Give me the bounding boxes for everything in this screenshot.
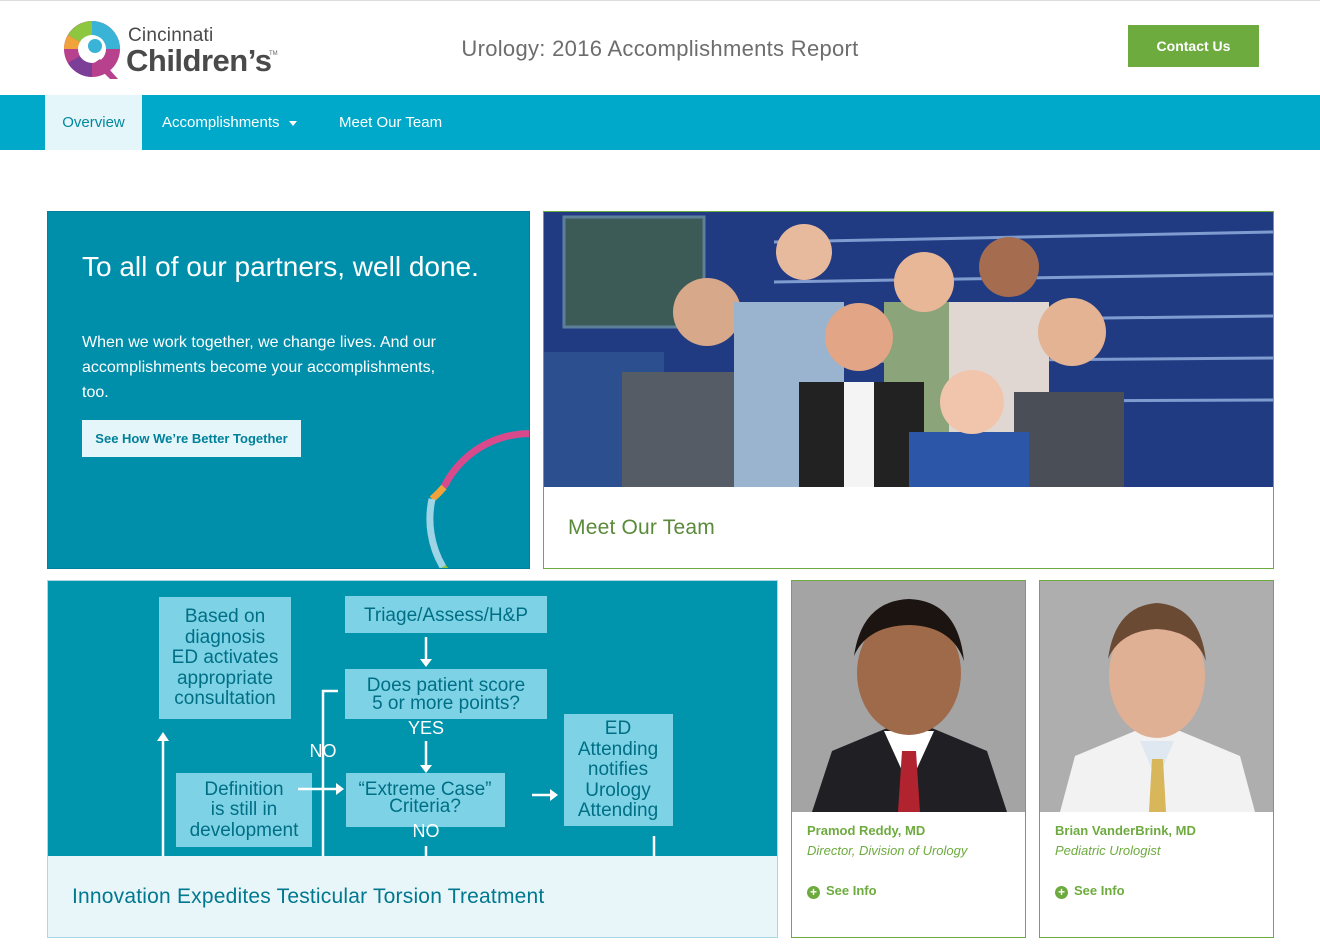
innovation-story-card[interactable]: Based on diagnosis ED activates appropri… [47,580,778,938]
person-name: Pramod Reddy, MD [807,823,926,838]
caret-down-icon [288,120,297,126]
flow-text-line: Attending [578,739,658,760]
main-nav: Overview Accomplishments Meet Our Team [0,95,1320,150]
site-header: Cincinnati Children’s TM Urology: 2016 A… [0,0,1320,95]
innovation-card-title: Innovation Expedites Testicular Torsion … [72,885,545,908]
see-info-label: See Info [826,883,877,898]
person-role: Pediatric Urologist [1055,843,1161,858]
team-card-title: Meet Our Team [568,516,715,539]
plus-circle-icon: + [1055,886,1068,899]
flow-no-label-bottom: NO [413,821,440,841]
nav-item-accomplishments[interactable]: Accomplishments [162,95,297,150]
person-name: Brian VanderBrink, MD [1055,823,1196,838]
nav-item-label: Overview [62,114,125,131]
flow-text-line: Definition [204,779,283,800]
see-info-link[interactable]: + See Info [1055,883,1125,899]
see-how-better-together-button[interactable]: See How We’re Better Together [82,420,301,457]
plus-circle-icon: + [807,886,820,899]
see-info-label: See Info [1074,883,1125,898]
contact-us-button[interactable]: Contact Us [1128,25,1259,67]
person-card-reddy[interactable]: Pramod Reddy, MD Director, Division of U… [791,580,1026,938]
decorative-ring-graphic [426,430,529,568]
meet-our-team-card[interactable]: Meet Our Team [543,211,1274,569]
hero-body-text: When we work together, we change lives. … [82,334,436,401]
flow-text-line: Based on [185,606,265,627]
nav-item-label: Accomplishments [162,114,280,131]
flow-no-label-left: NO [310,741,337,761]
nav-item-overview[interactable]: Overview [45,95,142,150]
person-card-vanderbrink[interactable]: Brian VanderBrink, MD Pediatric Urologis… [1039,580,1274,938]
flow-text-line: Criteria? [389,796,461,817]
team-group-photo [544,212,1273,487]
person-role: Director, Division of Urology [807,843,968,858]
person-photo [1040,581,1273,812]
nav-item-meet-our-team[interactable]: Meet Our Team [339,95,442,150]
report-title: Urology: 2016 Accomplishments Report [461,36,859,61]
flow-text-line: Urology [585,780,651,801]
flow-text-line: diagnosis [185,627,265,648]
flow-text-line: is still in [211,799,278,820]
flow-text-line: development [190,820,300,841]
flow-text-line: appropriate [177,668,273,689]
see-info-link[interactable]: + See Info [807,883,877,899]
hero-heading: To all of our partners, well done. [82,251,479,282]
torsion-flowchart-image: Based on diagnosis ED activates appropri… [48,581,777,856]
person-photo [792,581,1025,812]
flow-text-line: Triage/Assess/H&P [364,605,528,626]
flow-text-line: Attending [578,800,658,821]
hero-panel: To all of our partners, well done. When … [47,211,530,569]
flow-text-line: notifies [588,759,648,780]
nav-item-label: Meet Our Team [339,114,443,131]
flow-text-line: 5 or more points? [372,693,520,714]
flow-text-line: consultation [174,688,275,709]
flow-text-line: ED activates [172,647,279,668]
flow-yes-label: YES [408,718,444,738]
flow-text-line: ED [605,718,631,739]
